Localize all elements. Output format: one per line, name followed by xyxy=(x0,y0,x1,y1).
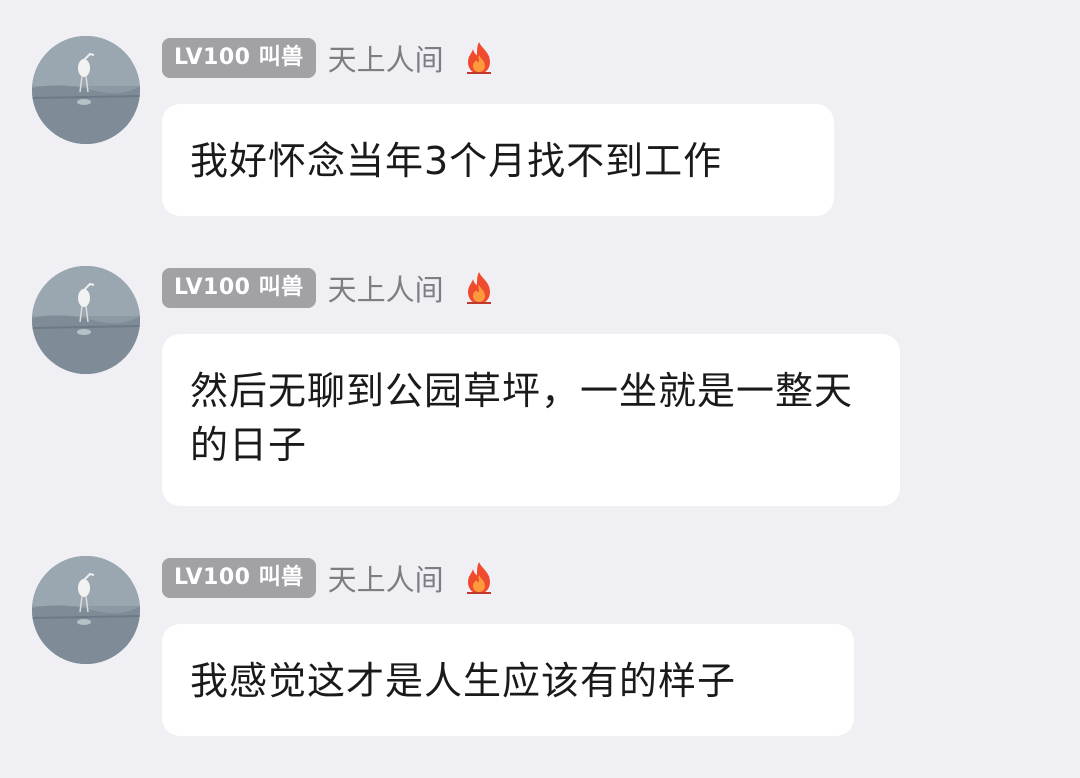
level-badge: LV100 叫兽 xyxy=(162,558,316,598)
message-text: 我感觉这才是人生应该有的样子 xyxy=(190,659,737,703)
avatar[interactable] xyxy=(32,266,140,374)
avatar[interactable] xyxy=(32,556,140,664)
message-bubble[interactable]: 然后无聊到公园草坪，一坐就是一整天的日子 xyxy=(162,334,900,506)
avatar-egret-image xyxy=(32,556,140,664)
avatar[interactable] xyxy=(32,36,140,144)
username[interactable]: 天上人间 xyxy=(328,37,444,79)
avatar-egret-image xyxy=(32,266,140,374)
message-meta: LV100 叫兽 天上人间 xyxy=(162,38,494,78)
message-meta: LV100 叫兽 天上人间 xyxy=(162,558,494,598)
message-text: 我好怀念当年3个月找不到工作 xyxy=(190,139,723,183)
level-badge: LV100 叫兽 xyxy=(162,268,316,308)
username[interactable]: 天上人间 xyxy=(328,267,444,309)
message-meta: LV100 叫兽 天上人间 xyxy=(162,268,494,308)
fire-icon xyxy=(464,271,494,305)
username[interactable]: 天上人间 xyxy=(328,557,444,599)
avatar-egret-image xyxy=(32,36,140,144)
message-text: 然后无聊到公园草坪，一坐就是一整天的日子 xyxy=(190,369,854,467)
message-bubble[interactable]: 我好怀念当年3个月找不到工作 xyxy=(162,104,834,216)
level-badge: LV100 叫兽 xyxy=(162,38,316,78)
message-bubble[interactable]: 我感觉这才是人生应该有的样子 xyxy=(162,624,854,736)
fire-icon xyxy=(464,561,494,595)
fire-icon xyxy=(464,41,494,75)
